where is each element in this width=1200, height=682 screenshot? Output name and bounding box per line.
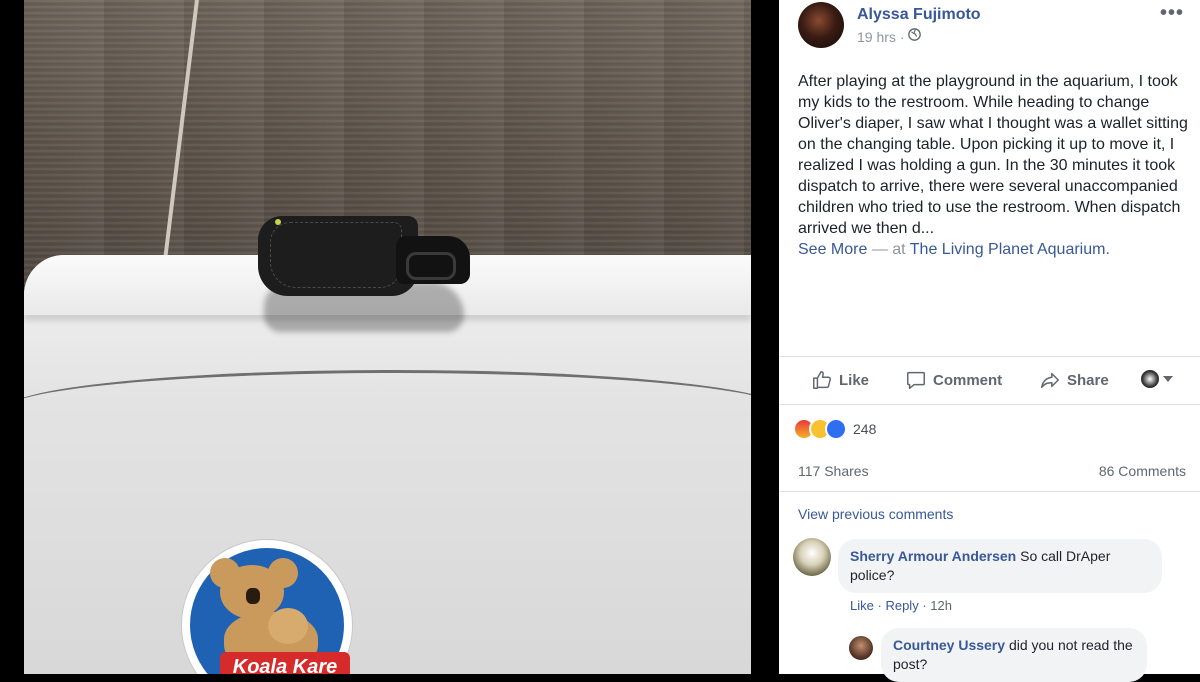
comment-button[interactable]: Comment (905, 368, 1002, 392)
meta-separator: · (877, 598, 882, 613)
reply-avatar[interactable] (849, 636, 873, 660)
share-button[interactable]: Share (1039, 368, 1109, 392)
divider (779, 404, 1200, 405)
post-time-text[interactable]: 19 hrs (857, 29, 896, 45)
meta-separator: · (922, 598, 927, 613)
koala-baby (268, 608, 308, 644)
view-previous-comments-link[interactable]: View previous comments (798, 506, 953, 522)
comment-like-link[interactable]: Like (850, 598, 874, 613)
comment-reply-link[interactable]: Reply (885, 598, 918, 613)
post-sidebar: Alyssa Fujimoto 19 hrs · ••• After playi… (779, 0, 1200, 682)
comment-bubble: Sherry Armour Andersen So call DrAper po… (838, 539, 1162, 593)
gun-grip-detail (406, 252, 456, 280)
shares-count[interactable]: 117 Shares (798, 463, 869, 479)
like-reaction-icon (825, 418, 847, 440)
comment-label: Comment (933, 371, 1003, 389)
thumbs-up-icon (813, 371, 831, 389)
chevron-down-icon (1163, 376, 1173, 382)
commenter-avatar[interactable] (793, 538, 831, 576)
divider (779, 356, 1200, 357)
divider (779, 491, 1200, 492)
location-prefix: — at (871, 241, 906, 258)
like-button[interactable]: Like (811, 368, 869, 392)
comments-count[interactable]: 86 Comments (1099, 463, 1186, 479)
post-as-selector[interactable] (1141, 370, 1173, 388)
post-text: After playing at the playground in the a… (798, 73, 1188, 237)
reaction-count: 248 (853, 421, 877, 437)
location-link[interactable]: The Living Planet Aquarium. (910, 241, 1110, 258)
comment-icon (907, 371, 925, 389)
reply-author-name[interactable]: Courtney Ussery (893, 637, 1005, 653)
author-avatar[interactable] (798, 2, 844, 48)
post-footer-line: See More — at The Living Planet Aquarium… (798, 239, 1110, 260)
sticker-brand: Koala Kare (220, 652, 350, 674)
changing-table-groove (24, 370, 751, 453)
time-separator: · (899, 29, 905, 45)
reaction-summary[interactable]: 248 (793, 418, 876, 440)
post-time[interactable]: 19 hrs · (857, 29, 904, 45)
see-more-link[interactable]: See More (798, 241, 867, 258)
globe-icon (908, 28, 921, 41)
holster-stitching (270, 222, 402, 288)
author-name[interactable]: Alyssa Fujimoto (857, 6, 981, 24)
share-icon (1041, 372, 1059, 389)
page-avatar (1141, 370, 1159, 388)
holster-marker (275, 219, 281, 225)
koala-nose (246, 588, 260, 604)
photo-viewer: Koala Kare (0, 0, 779, 674)
more-options-button[interactable]: ••• (1160, 2, 1184, 25)
commenter-name[interactable]: Sherry Armour Andersen (850, 548, 1016, 564)
share-label: Share (1067, 371, 1109, 389)
like-label: Like (839, 371, 870, 389)
comment-time[interactable]: 12h (930, 598, 952, 613)
comment-actions: Like · Reply · 12h (850, 598, 952, 613)
post-photo[interactable]: Koala Kare (24, 0, 751, 674)
